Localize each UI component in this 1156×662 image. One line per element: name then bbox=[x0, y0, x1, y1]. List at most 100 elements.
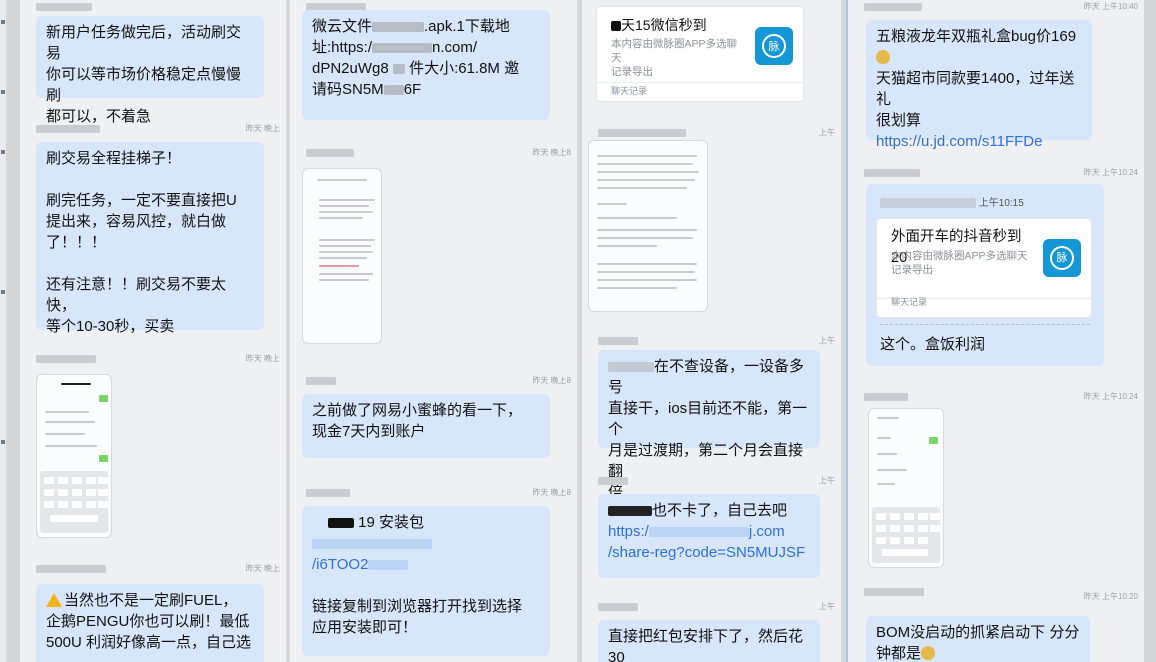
highlight-line bbox=[319, 265, 359, 267]
quote-divider bbox=[880, 324, 1090, 325]
message-bubble[interactable]: BOM没启动的抓紧启动下 分分 钟都是 bbox=[866, 616, 1090, 662]
chat-column-1[interactable]: 新用户任务做完后，活动刷交易 你可以等市场价格稳定点慢慢刷 都可以，不着急 昨天… bbox=[20, 0, 286, 662]
chat-column-2[interactable]: 微云文件 .apk.1下载地 址:https:/n.com/ dPN2uWg8 件… bbox=[290, 0, 577, 662]
redacted-text bbox=[611, 21, 621, 32]
message-header bbox=[36, 0, 280, 14]
message-header: 上午 bbox=[598, 334, 835, 348]
message-bubble[interactable]: 之前做了网易小蜜蜂的看一下， 现金7天内到账户 bbox=[302, 394, 550, 458]
chat-line bbox=[45, 433, 85, 435]
chat-line bbox=[319, 245, 371, 247]
chat-line bbox=[319, 273, 373, 275]
screenshot-image[interactable] bbox=[36, 374, 112, 538]
message-time: 上午 bbox=[819, 602, 835, 611]
message-header: 上午 bbox=[598, 474, 835, 488]
redacted-text bbox=[880, 198, 976, 209]
redacted-text bbox=[392, 64, 405, 75]
edge-mark bbox=[1, 150, 5, 154]
chat-message: 昨天 晚上8 之前做了网易小蜜蜂的看一下， 现金7天内到账户 bbox=[290, 374, 577, 464]
money-bag-icon bbox=[921, 646, 936, 660]
card-description: 本内容由微脉圈APP多选聊天 记录导出 bbox=[891, 250, 1028, 276]
chat-message: 昨天 晚上 刷交易全程挂梯子！ 刷完任务，一定不要直接把U 提出来，容易风控，就… bbox=[20, 122, 286, 337]
quote-time: 上午10:15 bbox=[978, 198, 1024, 209]
message-header: 昨天 晚上 bbox=[36, 562, 280, 576]
phone-notch bbox=[61, 383, 91, 385]
redacted-text bbox=[328, 518, 354, 529]
chat-column-4[interactable]: 昨天 上午10:40 五粮液龙年双瓶礼盒bug价169 天猫超市同款要1400，… bbox=[846, 0, 1144, 662]
message-header: 昨天 上午10:40 bbox=[864, 0, 1138, 14]
message-time: 昨天 晚上8 bbox=[532, 376, 571, 385]
redacted-text bbox=[608, 362, 654, 373]
chat-message: 微云文件 .apk.1下载地 址:https:/n.com/ dPN2uWg8 件… bbox=[290, 0, 577, 130]
chat-line bbox=[319, 199, 375, 201]
message-header: 上午 bbox=[598, 600, 835, 614]
redacted-sender-name bbox=[306, 377, 336, 385]
chat-message: 上午 也不卡了，自己去吧 https:/ j.com /share-reg?cod… bbox=[582, 474, 841, 586]
maimai-logo-icon: 脉 bbox=[1043, 239, 1081, 277]
chat-message: 新用户任务做完后，活动刷交易 你可以等市场价格稳定点慢慢刷 都可以，不着急 bbox=[20, 0, 286, 125]
redacted-sender-name bbox=[598, 603, 638, 611]
chat-record-card[interactable]: 天15微信秒到 本内容由微脉圈APP多选聊天 记录导出 脉 聊天记录 bbox=[596, 6, 804, 102]
message-link[interactable]: j.com bbox=[749, 523, 785, 540]
chat-line bbox=[45, 445, 97, 447]
chat-column-3[interactable]: 天15微信秒到 本内容由微脉圈APP多选聊天 记录导出 脉 聊天记录 上午 上午… bbox=[581, 0, 841, 662]
chat-bubble-green bbox=[99, 395, 108, 402]
message-time: 昨天 晚上8 bbox=[532, 148, 571, 157]
redacted-sender-name bbox=[598, 129, 686, 137]
message-bubble[interactable]: 也不卡了，自己去吧 https:/ j.com /share-reg?code=S… bbox=[598, 494, 820, 578]
message-time: 上午 bbox=[819, 476, 835, 485]
chat-message: 昨天 上午10:40 五粮液龙年双瓶礼盒bug价169 天猫超市同款要1400，… bbox=[848, 0, 1144, 150]
message-header: 昨天 晚上 bbox=[36, 122, 280, 136]
message-link[interactable]: /share-reg?code=SN5MUJSF bbox=[608, 544, 805, 561]
message-text: 微云文件 bbox=[312, 18, 373, 35]
card-description: 本内容由微脉圈APP多选聊天 记录导出 bbox=[611, 38, 738, 78]
message-time: 昨天 上午10:24 bbox=[1083, 168, 1138, 177]
edge-mark bbox=[1, 90, 5, 94]
redacted-text bbox=[383, 85, 404, 96]
chat-line bbox=[319, 251, 373, 253]
chat-line bbox=[45, 421, 95, 423]
redacted-sender-name bbox=[306, 489, 350, 497]
chat-line bbox=[319, 217, 363, 219]
message-bubble[interactable]: 在不查设备，一设备多号 直接干，ios目前还不能，第一个 月是过渡期，第二个月会… bbox=[598, 350, 820, 501]
screenshot-image[interactable] bbox=[302, 168, 382, 344]
chat-message: 昨天 晚上 当然也不是一定刷FUEL， 企鹅PENGU你也可以刷！最低 500U… bbox=[20, 562, 286, 662]
chat-record-card[interactable]: 外面开车的抖音秒到20 本内容由微脉圈APP多选聊天 记录导出 脉 聊天记录 bbox=[876, 218, 1092, 318]
message-link[interactable]: /i6TOO2 bbox=[312, 556, 368, 573]
message-bubble[interactable]: 刷交易全程挂梯子！ 刷完任务，一定不要直接把U 提出来，容易风控，就白做 了！！… bbox=[36, 142, 264, 335]
screenshot-image[interactable] bbox=[588, 140, 708, 312]
message-bubble[interactable]: 直接把红包安排下了，然后花30 秒做任务 bbox=[598, 620, 820, 662]
message-time: 上午 bbox=[819, 128, 835, 137]
chat-message: 上午 直接把红包安排下了，然后花30 秒做任务 bbox=[582, 600, 841, 662]
redacted-sender-name bbox=[306, 149, 354, 157]
message-link[interactable]: https:/ bbox=[608, 523, 649, 540]
message-bubble[interactable]: 当然也不是一定刷FUEL， 企鹅PENGU你也可以刷！最低 500U 利润好像高… bbox=[36, 584, 264, 662]
screenshot-image[interactable] bbox=[868, 408, 944, 568]
edge-mark bbox=[1, 20, 5, 24]
message-bubble[interactable]: 微云文件 .apk.1下载地 址:https:/n.com/ dPN2uWg8 件… bbox=[302, 10, 550, 120]
message-bubble[interactable]: 上午10:15 外面开车的抖音秒到20 本内容由微脉圈APP多选聊天 记录导出 … bbox=[866, 184, 1104, 366]
chat-message: 昨天 晚上 bbox=[20, 352, 286, 552]
left-edge-strip bbox=[0, 0, 6, 662]
message-time: 上午 bbox=[819, 336, 835, 345]
redacted-link bbox=[648, 527, 749, 538]
redacted-link bbox=[312, 539, 432, 550]
card-footer: 聊天记录 bbox=[611, 86, 648, 96]
chat-message: 上午 在不查设备，一设备多号 直接干，ios目前还不能，第一个 月是过渡期，第二… bbox=[582, 334, 841, 501]
card-divider bbox=[597, 82, 803, 83]
card-title: 天15微信秒到 bbox=[611, 15, 743, 35]
chat-message: 昨天 晚上8 19 安装包 /i6TOO2 链接复制到浏览器打开找到选择 应用安… bbox=[290, 486, 577, 662]
message-bubble[interactable]: 五粮液龙年双瓶礼盒bug价169 天猫超市同款要1400，过年送礼 很划算 ht… bbox=[866, 20, 1092, 150]
chat-message: 昨天 晚上8 bbox=[290, 146, 577, 356]
jd-link[interactable]: https://u.jd.com/s11FFDe bbox=[876, 133, 1042, 150]
redacted-sender-name bbox=[864, 3, 922, 11]
chat-message: 天15微信秒到 本内容由微脉圈APP多选聊天 记录导出 脉 聊天记录 bbox=[582, 0, 841, 112]
message-bubble[interactable]: 19 安装包 /i6TOO2 链接复制到浏览器打开找到选择 应用安装即可！ bbox=[302, 506, 550, 656]
phone-keyboard bbox=[872, 507, 940, 563]
message-bubble[interactable]: 新用户任务做完后，活动刷交易 你可以等市场价格稳定点慢慢刷 都可以，不着急 bbox=[36, 16, 264, 125]
redacted-sender-name bbox=[864, 588, 924, 596]
message-header: 昨天 晚上8 bbox=[306, 374, 571, 388]
redacted-sender-name bbox=[598, 477, 628, 485]
chat-message: 昨天 上午10:20 BOM没启动的抓紧启动下 分分 钟都是 bbox=[848, 588, 1144, 662]
chat-bubble-green bbox=[99, 455, 108, 462]
redacted-text bbox=[608, 506, 652, 517]
